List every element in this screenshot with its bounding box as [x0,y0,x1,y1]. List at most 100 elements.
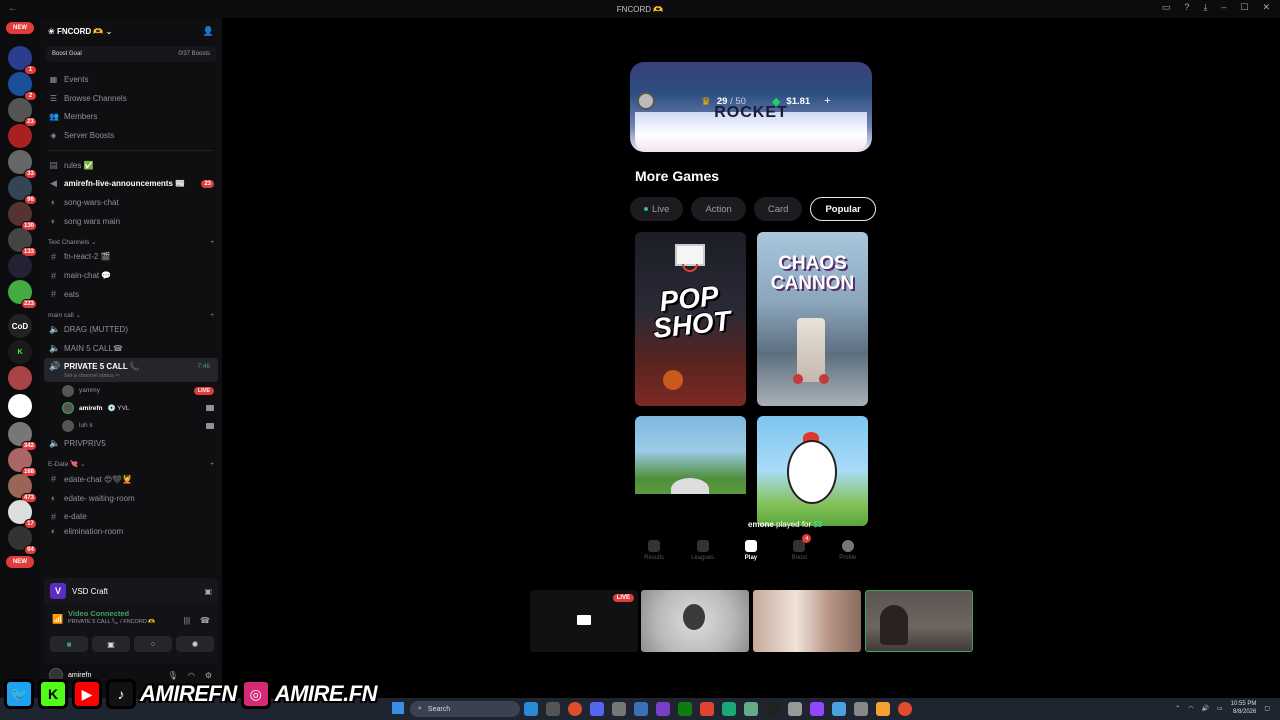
stream-tile-screen[interactable]: LIVE [530,590,638,652]
add-channel-icon[interactable]: + [210,461,214,468]
add-channel-icon[interactable]: + [210,312,214,319]
category-main-call[interactable]: main call ⌄ + [40,304,222,321]
tab-popular[interactable]: Popular [810,197,876,221]
app-icon[interactable] [854,702,868,716]
app-icon[interactable] [700,702,714,716]
channel-edate-waiting-room[interactable]: ◐ edate- waiting-room [40,489,222,508]
minimize-icon[interactable]: – [1221,2,1226,13]
discord-icon[interactable] [590,702,604,716]
category-edate[interactable]: E-Date 💘 ⌄ + [40,453,222,470]
nav-members[interactable]: 👥 Members [40,107,222,126]
game-card-pop-shot[interactable]: POP SHOT [635,232,746,406]
wifi-icon[interactable]: ◠ [1188,705,1193,712]
channel-announcements[interactable]: ◀ amirefn-live-announcements 📰 23 [40,174,222,193]
game-card-golf[interactable] [635,416,746,556]
server-icon[interactable] [8,124,32,148]
clock[interactable]: 10:55 PM 8/8/2026 [1231,700,1257,716]
voice-user[interactable]: luh k [40,417,222,435]
close-icon[interactable]: ✕ [1262,2,1270,13]
nav-boost[interactable]: 4 Boost [775,534,823,570]
nav-profile[interactable]: Profile [824,540,872,570]
app-icon[interactable] [788,702,802,716]
inbox-icon[interactable]: ▭ [1162,2,1171,13]
app-icon[interactable] [766,702,780,716]
server-icon[interactable]: 168 [8,448,37,477]
server-icon[interactable]: 96 [8,176,37,205]
disconnect-icon[interactable]: ☎ [200,616,210,625]
voice-channel-private-5[interactable]: 🔊 PRIVATE 5 CALL 📞 7:46 Set a channel stat… [44,357,218,382]
server-icon[interactable] [8,366,32,390]
channel-rules[interactable]: ▤ rules ✅ [40,156,222,175]
voice-user[interactable]: amirefn 💿 YVL [40,399,222,417]
tray-chevron-icon[interactable]: ⌃ [1175,705,1180,712]
server-icon[interactable]: 473 [8,474,37,503]
activities-button[interactable]: ⁘ [134,636,172,652]
server-icon[interactable]: 133 [8,228,37,257]
battery-icon[interactable]: ▭ [1217,705,1223,712]
category-text-channels[interactable]: Text Channels ⌄ + [40,231,222,248]
nav-play[interactable]: Play [727,540,775,570]
windows-start-icon[interactable] [392,702,404,714]
stream-tile-user[interactable] [641,590,749,652]
invite-icon[interactable]: 👤 [203,26,214,37]
help-icon[interactable]: ? [1184,2,1189,13]
server-icon[interactable]: K [8,340,32,364]
app-icon[interactable] [612,702,626,716]
twitch-icon[interactable] [810,702,824,716]
game-card-chicken[interactable] [757,416,868,526]
volume-icon[interactable]: 🔊 [1201,705,1208,712]
download-icon[interactable]: ⤓ [1203,2,1207,13]
nav-server-boosts[interactable]: ◈ Server Boosts [40,126,222,145]
server-icon-cod[interactable]: CoD [8,314,32,338]
channel-fn-react-2[interactable]: # fn-react-2 🎬 [40,248,222,267]
channel-song-wars-chat[interactable]: ◐ song-wars-chat [40,193,222,212]
server-icon[interactable]: 94 [8,526,37,555]
server-icon[interactable] [8,394,32,418]
voice-channel-drag[interactable]: 🔈 DRAG (MUTTED) [40,321,222,340]
server-icon[interactable]: 223 [8,280,37,309]
channel-elimination-room[interactable]: ◐ elimination-room [40,526,222,536]
server-icon[interactable]: 2 [8,72,37,101]
app-icon[interactable] [722,702,736,716]
edge-icon[interactable] [524,702,538,716]
server-icon[interactable]: 17 [8,500,37,529]
server-icon[interactable]: 342 [8,422,37,451]
boost-goal-bar[interactable]: Boost Goal 0/37 Boosts [46,46,216,62]
maximize-icon[interactable]: ☐ [1240,2,1248,13]
featured-banner[interactable]: ROCKET [635,104,867,150]
server-icon[interactable]: 33 [8,150,37,179]
activity-panel[interactable]: V VSD Craft ▣ [44,578,218,604]
channel-main-chat[interactable]: # main-chat 💬 [40,266,222,285]
activity-popout-icon[interactable]: ▣ [204,587,212,596]
app-icon[interactable] [546,702,560,716]
app-icon[interactable] [744,702,758,716]
voice-channel-privpriv5[interactable]: 🔈 PRIVPRIV5 [40,434,222,453]
app-icon[interactable] [634,702,648,716]
back-arrow-icon[interactable]: ← [8,3,18,14]
stream-tile-camera[interactable] [753,590,861,652]
chrome-icon[interactable] [568,702,582,716]
camera-button[interactable]: ■ [50,636,88,652]
notifications-icon[interactable]: ▢ [1264,705,1270,712]
chrome-icon[interactable] [898,702,912,716]
app-icon[interactable] [876,702,890,716]
xbox-icon[interactable] [678,702,692,716]
server-icon[interactable]: 130 [8,202,37,231]
channel-song-wars-main[interactable]: ◐ song wars main [40,212,222,231]
voice-channel-main-5[interactable]: 🔈 MAIN 5 CALL☎ [40,339,222,358]
server-header[interactable]: ❀ FNCORD 🫶 ⌄ 👤 [40,18,222,44]
tab-live[interactable]: Live [630,197,684,221]
nav-results[interactable]: Results [630,540,678,570]
tab-action[interactable]: Action [691,197,746,221]
stream-tile-camera-self[interactable] [865,590,973,652]
channel-status[interactable]: Set a channel status ✏ [49,373,120,379]
app-icon[interactable] [656,702,670,716]
app-icon[interactable] [832,702,846,716]
server-icon[interactable] [8,254,32,278]
soundboard-button[interactable]: ✺ [176,636,214,652]
game-card-chaos-cannon[interactable]: CHAOS CANNON [757,232,868,406]
tab-card[interactable]: Card [753,197,803,221]
taskbar-search[interactable]: ⌕ Search [410,701,520,717]
screen-share-button[interactable]: ▣ [92,636,130,652]
noise-suppression-icon[interactable]: ||| [184,616,190,625]
